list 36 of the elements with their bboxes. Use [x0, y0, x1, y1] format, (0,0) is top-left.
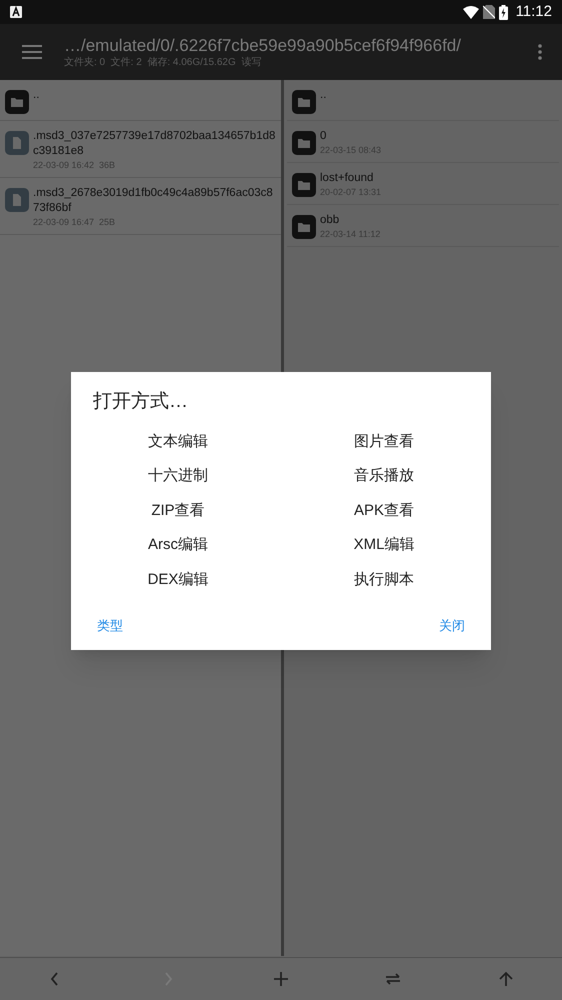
- no-sim-icon: [482, 5, 495, 19]
- open-option[interactable]: 音乐播放: [281, 459, 487, 494]
- file-icon: [5, 188, 29, 212]
- folder-icon: [292, 131, 316, 155]
- open-option[interactable]: DEX编辑: [75, 562, 281, 597]
- file-name: obb: [320, 213, 340, 228]
- path-title: …/emulated/0/.6226f7cbe59e99a90b5cef6f94f966fd/: [64, 35, 462, 56]
- dialog-button[interactable]: 关闭: [423, 606, 481, 646]
- file-icon: [5, 131, 29, 155]
- open-option[interactable]: 图片查看: [281, 424, 487, 459]
- file-name: ..: [33, 88, 40, 103]
- open-option[interactable]: APK查看: [281, 494, 487, 528]
- open-option[interactable]: Arsc编辑: [75, 528, 281, 562]
- clock: 11:12: [516, 2, 552, 22]
- dialog-title: 打开方式…: [93, 390, 189, 414]
- folder-icon: [5, 90, 29, 114]
- open-option[interactable]: 文本编辑: [75, 424, 281, 459]
- open-option[interactable]: 执行脚本: [281, 562, 487, 597]
- file-name: .msd3_037e7257739e17d8702baa134657b1d8c39181e8: [33, 129, 276, 159]
- file-name: .msd3_2678e3019d1fb0c49c4a89b57f6ac03c873f86bf: [33, 186, 274, 216]
- file-name: ..: [320, 88, 326, 103]
- wifi-icon: [462, 6, 479, 18]
- open-option[interactable]: ZIP查看: [75, 494, 281, 528]
- battery-icon: [498, 4, 508, 20]
- up-arrow-icon[interactable]: [496, 970, 515, 988]
- file-name: lost+found: [320, 171, 374, 186]
- open-option[interactable]: XML编辑: [281, 528, 487, 562]
- dialog-button[interactable]: 类型: [81, 606, 139, 646]
- notification-icon: [10, 6, 22, 18]
- folder-icon: [292, 173, 316, 197]
- add-icon[interactable]: [272, 970, 290, 988]
- file-name: 0: [320, 129, 328, 144]
- folder-icon: [292, 215, 316, 239]
- folder-icon: [292, 90, 316, 114]
- open-option[interactable]: 十六进制: [75, 459, 281, 494]
- storage-info: 文件夹: 0 文件: 2 储存: 4.06G/15.62G 读写: [64, 57, 262, 69]
